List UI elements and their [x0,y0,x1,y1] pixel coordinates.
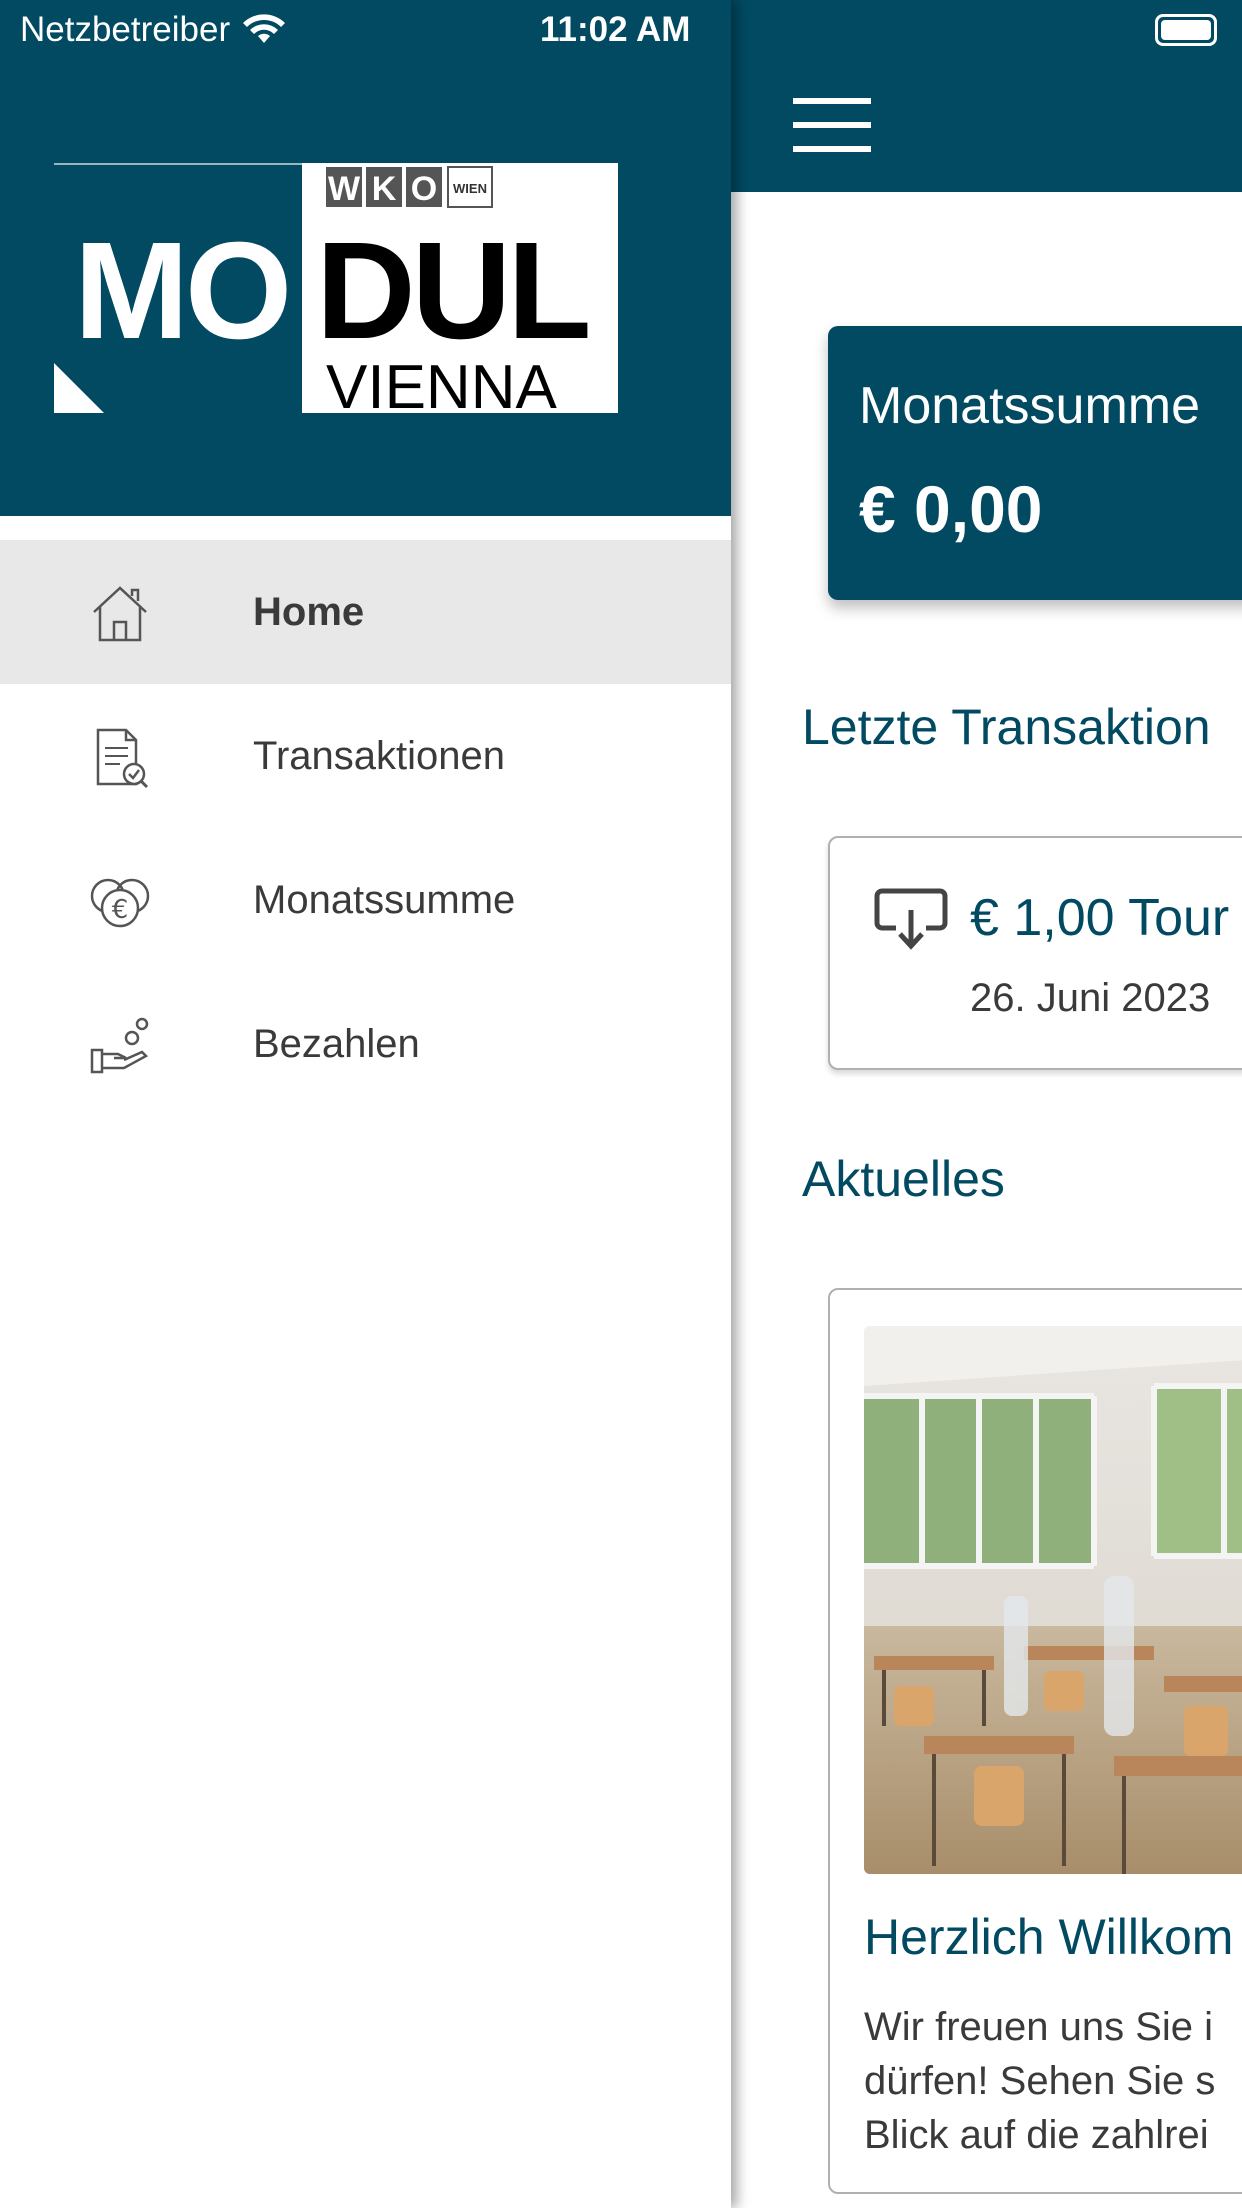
main-content: Monatssumme € 0,00 Letzte Transaktion € … [731,0,1242,2208]
news-text-line: Blick auf die zahlrei [864,2113,1209,2157]
logo-o: O [411,170,437,208]
news-text-line: dürfen! Sehen Sie s [864,2059,1216,2103]
status-time: 11:02 AM [540,10,691,49]
logo-mo: MO [74,214,288,368]
news-text-line: Wir freuen uns Sie i [864,2005,1214,2049]
news-text: Wir freuen uns Sie i dürfen! Sehen Sie s… [864,2000,1242,2162]
wifi-icon [243,14,286,43]
menu-label-transaktionen: Transaktionen [253,733,505,778]
menu-label-bezahlen: Bezahlen [253,1021,420,1066]
battery-icon [1155,14,1217,46]
carrier-label: Netzbetreiber [20,10,231,49]
modul-vienna-logo: W K O WIEN MO DUL VIENNA [54,163,618,413]
status-bar-left: Netzbetreiber [20,10,286,50]
hand-pay-icon [90,1017,149,1074]
coins-euro-icon: € [90,878,150,928]
logo-w: W [328,170,361,208]
recent-transactions-heading: Letzte Transaktion [802,699,1211,755]
download-tray-icon [874,888,948,950]
monthly-sum-value: € 0,00 [859,472,1043,546]
monthly-sum-label: Monatssumme [859,377,1200,435]
news-card[interactable]: Herzlich Willkom Wir freuen uns Sie i dü… [828,1288,1242,2194]
drawer-header: Netzbetreiber 11:02 AM W K O WIEN MO DUL… [0,0,731,516]
logo-dul: DUL [316,214,588,368]
logo-wien-badge: WIEN [453,181,487,196]
document-check-icon [96,728,149,789]
monthly-sum-card[interactable]: Monatssumme € 0,00 [828,326,1242,600]
menu-item-bezahlen[interactable]: Bezahlen [0,972,731,1116]
news-heading: Aktuelles [802,1151,1005,1207]
transaction-amount: € 1,00 Tour [970,889,1230,947]
menu-item-transaktionen[interactable]: Transaktionen [0,684,731,828]
drawer-menu: Home Transaktionen € Monatssumme Bezahle… [0,540,731,1116]
news-title: Herzlich Willkom [864,1909,1234,1965]
logo-k: K [372,170,397,208]
logo-vienna: VIENNA [326,353,557,413]
navigation-drawer: Netzbetreiber 11:02 AM W K O WIEN MO DUL… [0,0,731,2208]
transaction-date: 26. Juni 2023 [970,976,1211,1020]
menu-label-home: Home [253,589,365,634]
menu-item-home[interactable]: Home [0,540,731,684]
news-image-cafeteria [864,1326,1242,1874]
hamburger-menu-icon[interactable] [793,98,871,152]
transaction-card[interactable]: € 1,00 Tour 26. Juni 2023 [828,836,1242,1070]
home-icon [93,586,147,642]
app-top-bar [731,0,1242,192]
menu-label-monatssumme: Monatssumme [253,877,516,922]
menu-item-monatssumme[interactable]: € Monatssumme [0,828,731,972]
svg-text:€: € [112,895,129,925]
